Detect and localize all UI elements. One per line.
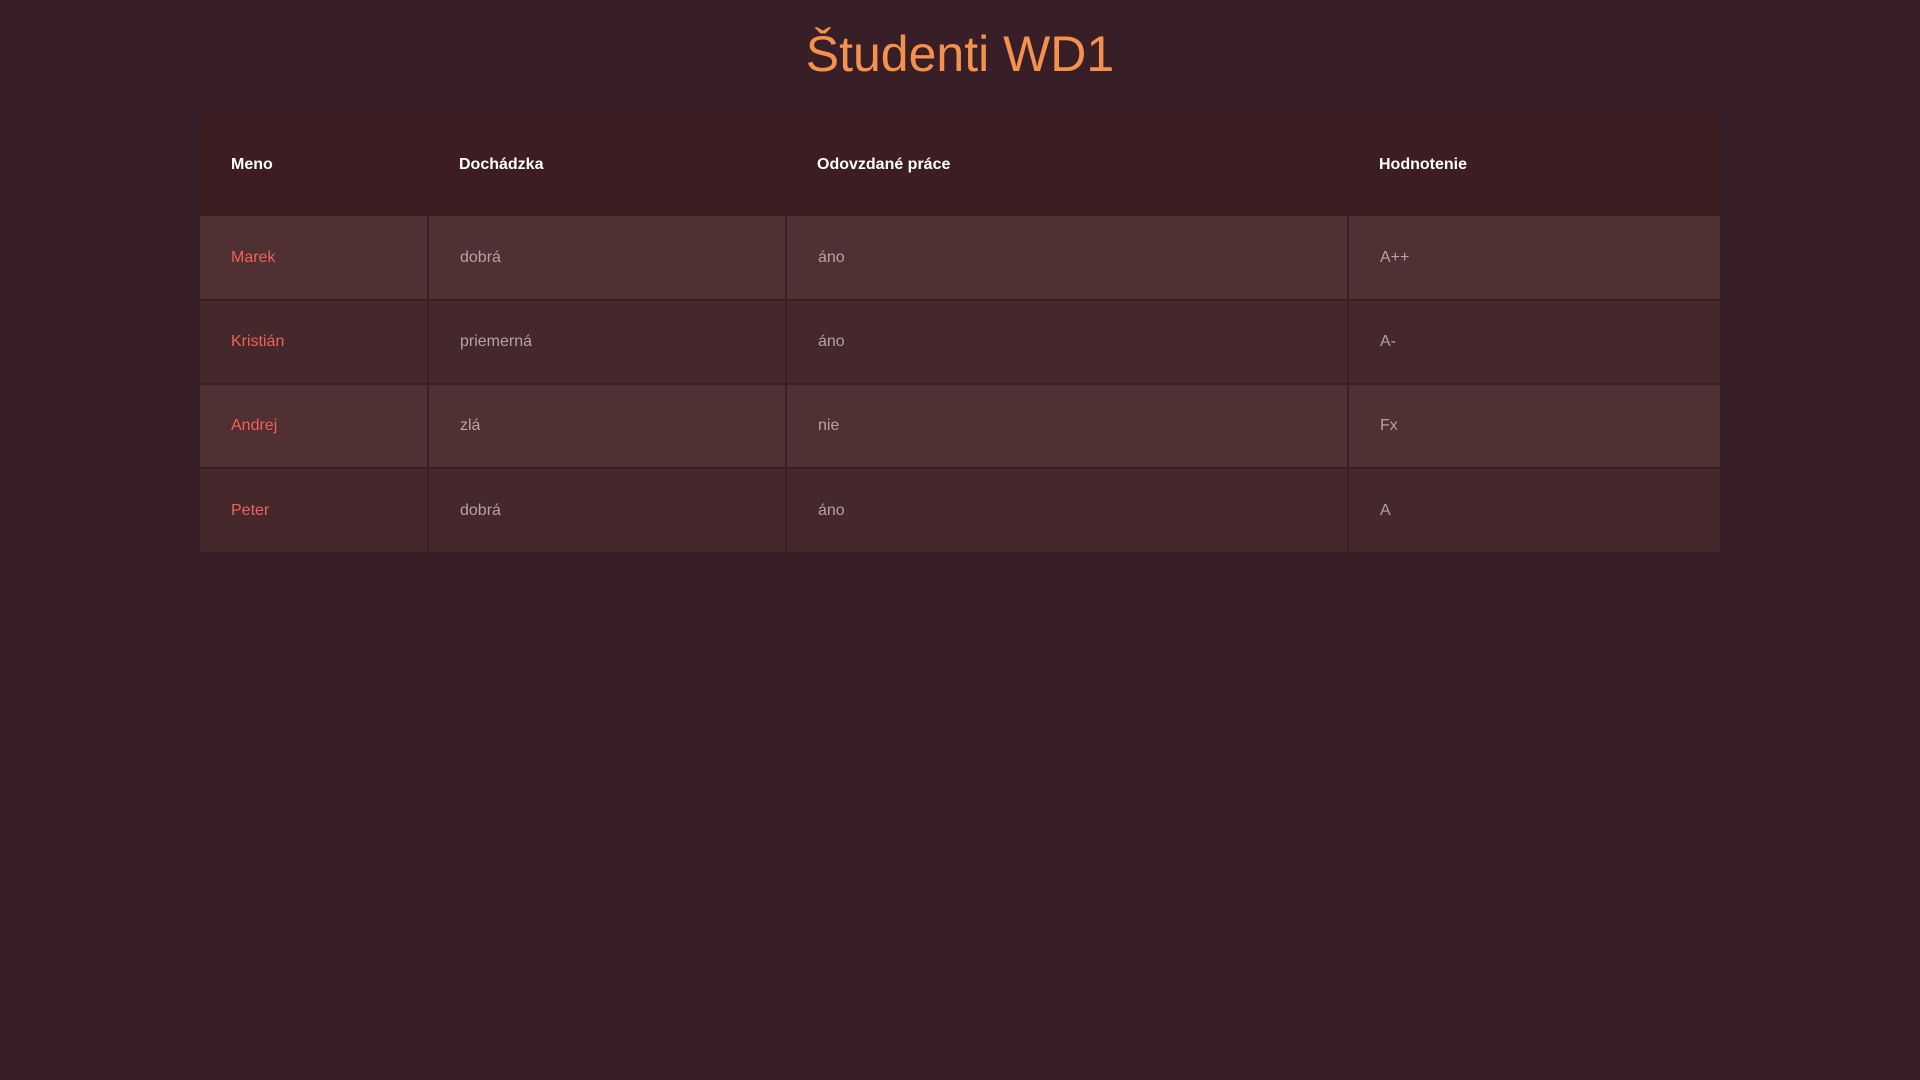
column-header-attendance: Dochádzka	[459, 156, 544, 173]
submitted-cell: áno	[785, 299, 1348, 384]
submitted-cell: áno	[785, 467, 1348, 552]
attendance-cell: zlá	[427, 383, 786, 468]
page-title: Študenti WD1	[805, 26, 1115, 82]
student-name-cell: Marek	[231, 248, 276, 266]
table-row: Marek dobrá áno A++	[200, 216, 1720, 300]
submitted-cell: áno	[785, 216, 1348, 300]
grade-cell: A	[1347, 467, 1720, 552]
column-header-submitted-work: Odovzdané práce	[817, 156, 951, 173]
table-header: Meno Dochádzka Odovzdané práce Hodnoteni…	[200, 114, 1720, 216]
attendance-cell: dobrá	[427, 467, 786, 552]
grade-cell: A++	[1347, 216, 1720, 300]
attendance-cell: priemerná	[427, 299, 786, 384]
student-name-cell: Andrej	[200, 383, 428, 468]
table-row: Kristián priemerná áno A-	[200, 299, 1720, 384]
submitted-cell: nie	[785, 383, 1348, 468]
table-row: Andrej zlá nie Fx	[200, 383, 1720, 468]
table-body: Marek dobrá áno A++ Kristián priemerná á…	[200, 216, 1720, 552]
attendance-cell: dobrá	[427, 216, 786, 300]
column-header-grade: Hodnotenie	[1379, 156, 1467, 173]
column-header-name: Meno	[231, 156, 273, 173]
students-table: Meno Dochádzka Odovzdané práce Hodnoteni…	[200, 114, 1720, 552]
grade-cell: Fx	[1347, 383, 1720, 468]
header-row: Meno Dochádzka Odovzdané práce Hodnoteni…	[200, 114, 1720, 216]
student-name-cell: Kristián	[200, 299, 428, 384]
grade-cell: A-	[1347, 299, 1720, 384]
table-row: Peter dobrá áno A	[200, 467, 1720, 552]
student-name-cell: Peter	[200, 467, 428, 552]
